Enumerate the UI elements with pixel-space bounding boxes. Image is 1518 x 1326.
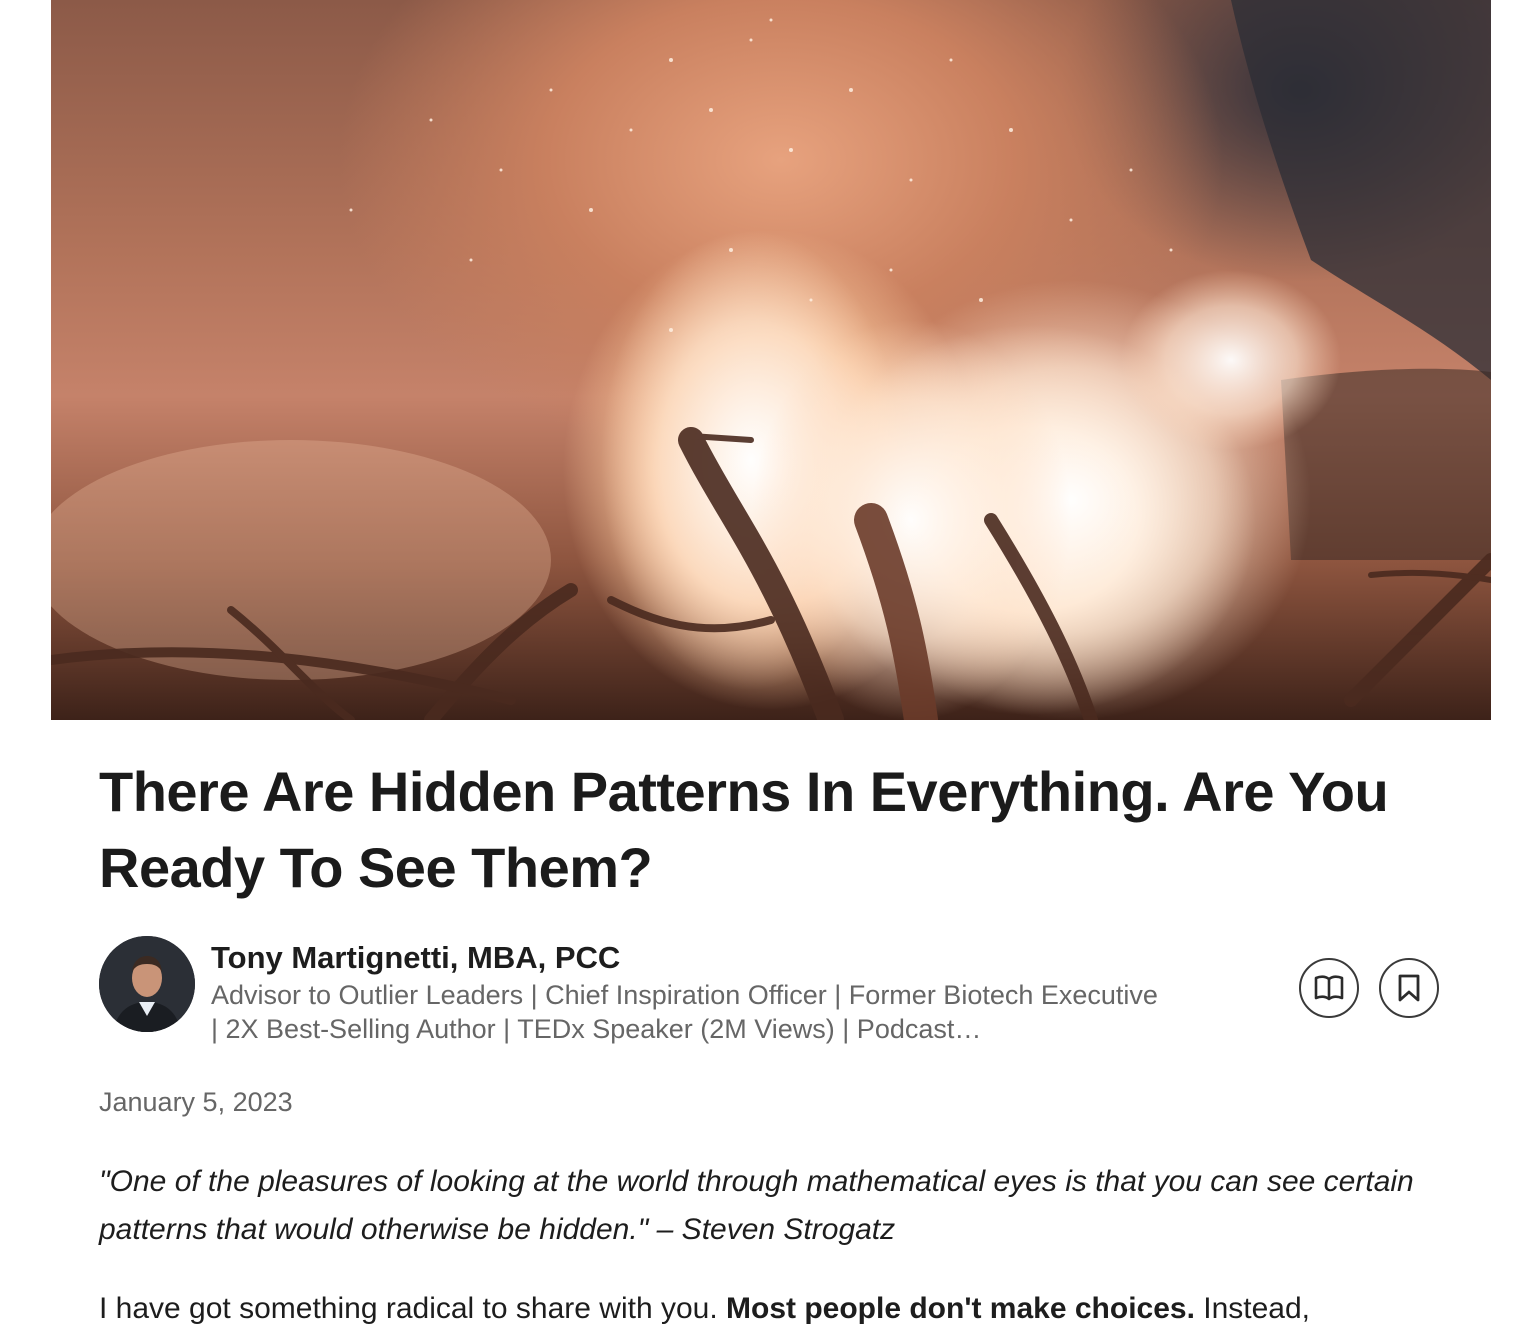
bonfire-illustration: [51, 0, 1491, 720]
article-page: There Are Hidden Patterns In Everything.…: [0, 0, 1518, 1326]
author-avatar[interactable]: [99, 936, 195, 1032]
save-article-button[interactable]: [1379, 958, 1439, 1018]
body-paragraph: I have got something radical to share wi…: [99, 1286, 1449, 1326]
person-icon: [99, 936, 195, 1032]
publish-date: January 5, 2023: [99, 1087, 293, 1117]
paragraph-text-continued: Instead,: [1194, 1292, 1310, 1325]
paragraph-bold-text: Most people don't make choices.: [726, 1292, 1195, 1325]
bookmark-icon: [1398, 974, 1420, 1002]
article-title: There Are Hidden Patterns In Everything.…: [99, 760, 1389, 899]
author-card: Tony Martignetti, MBA, PCC Advisor to Ou…: [99, 936, 1444, 1044]
opening-quote: "One of the pleasures of looking at the …: [99, 1165, 1414, 1246]
open-book-icon: [1314, 975, 1344, 1001]
author-name[interactable]: Tony Martignetti, MBA, PCC: [211, 938, 620, 978]
read-mode-button[interactable]: [1299, 958, 1359, 1018]
paragraph-text: I have got something radical to share wi…: [99, 1292, 727, 1325]
hero-image: [51, 0, 1491, 720]
author-headline: Advisor to Outlier Leaders | Chief Inspi…: [211, 980, 1158, 1044]
